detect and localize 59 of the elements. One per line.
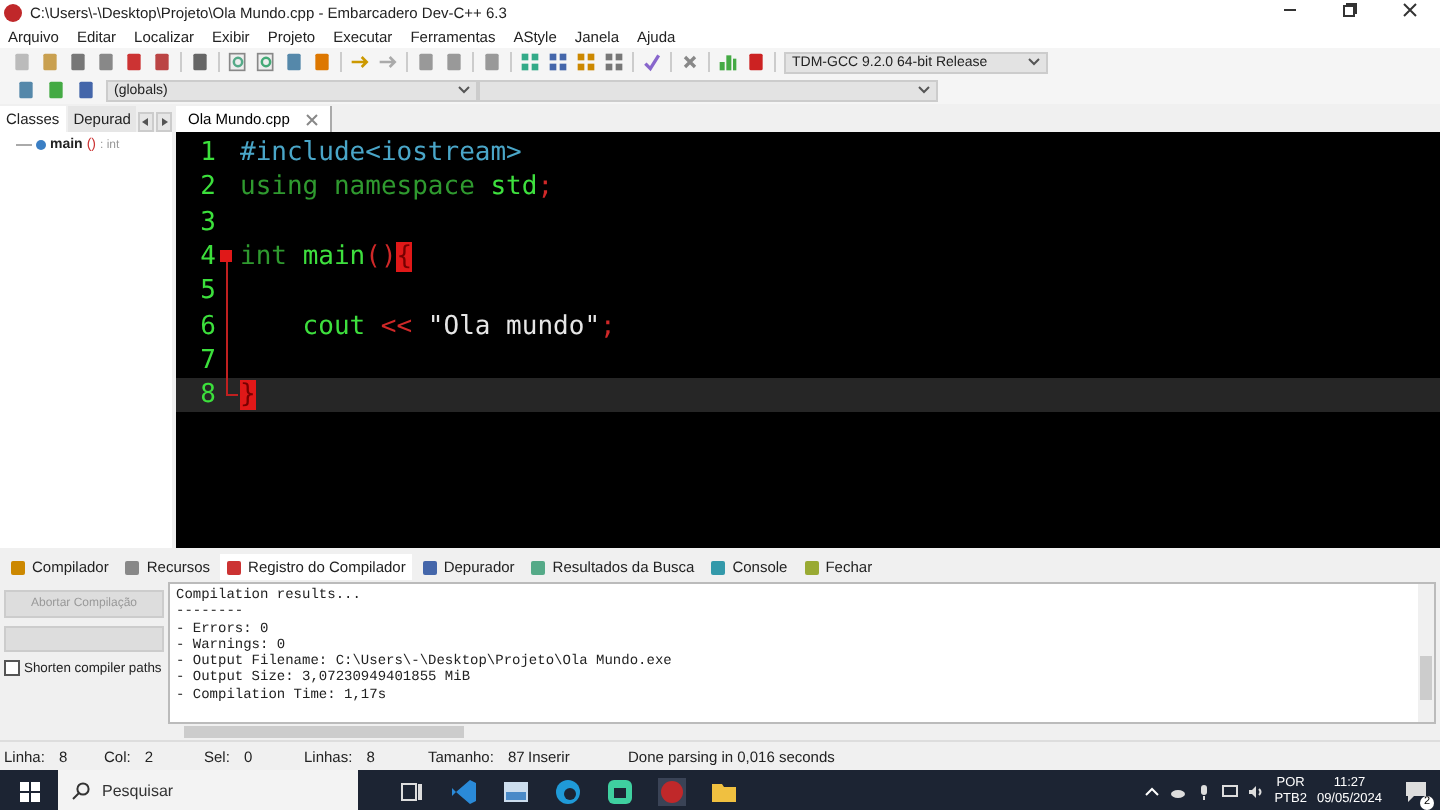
code-line: #include<iostream> xyxy=(240,138,522,169)
triangle-left-icon xyxy=(142,118,151,126)
magnifier-icon[interactable] xyxy=(228,52,248,72)
tab-icon xyxy=(10,559,26,575)
line-number: 7 xyxy=(198,345,216,376)
arrow-icon[interactable] xyxy=(350,52,370,72)
line-number: 6 xyxy=(198,311,216,342)
app-icon xyxy=(4,3,22,21)
code-editor-icon[interactable] xyxy=(450,777,478,805)
browser-icon[interactable] xyxy=(554,777,582,805)
fold-marker-icon[interactable] xyxy=(220,249,232,262)
grid-icon[interactable] xyxy=(576,52,596,72)
close-icon[interactable] xyxy=(305,113,318,125)
line-number: 2 xyxy=(198,172,216,203)
code-line: using namespace std; xyxy=(240,172,554,203)
vertical-scrollbar[interactable] xyxy=(1418,584,1434,722)
windows-logo-icon[interactable] xyxy=(20,781,40,801)
tab-icon xyxy=(530,559,547,575)
code-editor[interactable]: 1 #include<iostream> 2 using namespace std; 3 4 int main(){ 5 6 cout << "Ola mundo"; 7 8 } xyxy=(176,132,1440,548)
grid-icon[interactable] xyxy=(520,52,540,72)
search-field[interactable]: Pesquisar xyxy=(58,770,358,810)
tab-icon xyxy=(421,559,438,575)
method-icon xyxy=(36,140,46,150)
line-number: 1 xyxy=(198,138,216,169)
task-view-icon[interactable] xyxy=(398,777,426,805)
tab-icon xyxy=(124,559,141,575)
notification-icon[interactable] xyxy=(1404,779,1428,803)
checkmark-icon[interactable] xyxy=(642,52,662,72)
scroll-right-button[interactable] xyxy=(156,112,172,132)
line-number: 3 xyxy=(198,207,216,238)
caret-icon xyxy=(918,86,930,94)
line-number: 8 xyxy=(198,380,216,411)
microphone-icon[interactable] xyxy=(1196,783,1213,799)
chevron-up-icon[interactable] xyxy=(1144,783,1161,799)
network-icon[interactable] xyxy=(1222,783,1239,799)
caret-icon xyxy=(1028,58,1040,66)
code-line: int main(){ xyxy=(240,242,413,273)
restore-icon xyxy=(1342,1,1358,17)
magnifier-icon[interactable] xyxy=(256,52,276,72)
speaker-icon[interactable] xyxy=(1248,783,1265,799)
grid-icon[interactable] xyxy=(548,52,568,72)
tab-icon xyxy=(710,559,727,575)
search-icon xyxy=(72,782,90,800)
image-app-icon[interactable] xyxy=(502,777,530,805)
close-icon xyxy=(1402,1,1418,17)
bar-chart-icon[interactable] xyxy=(718,52,738,72)
caret-icon xyxy=(458,86,470,94)
checkbox[interactable] xyxy=(4,660,20,676)
line-number: 4 xyxy=(198,242,216,273)
tab-icon xyxy=(226,559,243,575)
tab-icon xyxy=(803,559,820,575)
app-icon[interactable] xyxy=(606,777,634,805)
code-line: cout << "Ola mundo"; xyxy=(302,311,616,342)
cross-icon[interactable] xyxy=(680,52,700,72)
line-number: 5 xyxy=(198,276,216,307)
scroll-left-button[interactable] xyxy=(138,112,155,132)
triangle-right-icon xyxy=(160,118,169,126)
arrow-icon[interactable] xyxy=(378,52,398,72)
grid-icon[interactable] xyxy=(604,52,624,72)
